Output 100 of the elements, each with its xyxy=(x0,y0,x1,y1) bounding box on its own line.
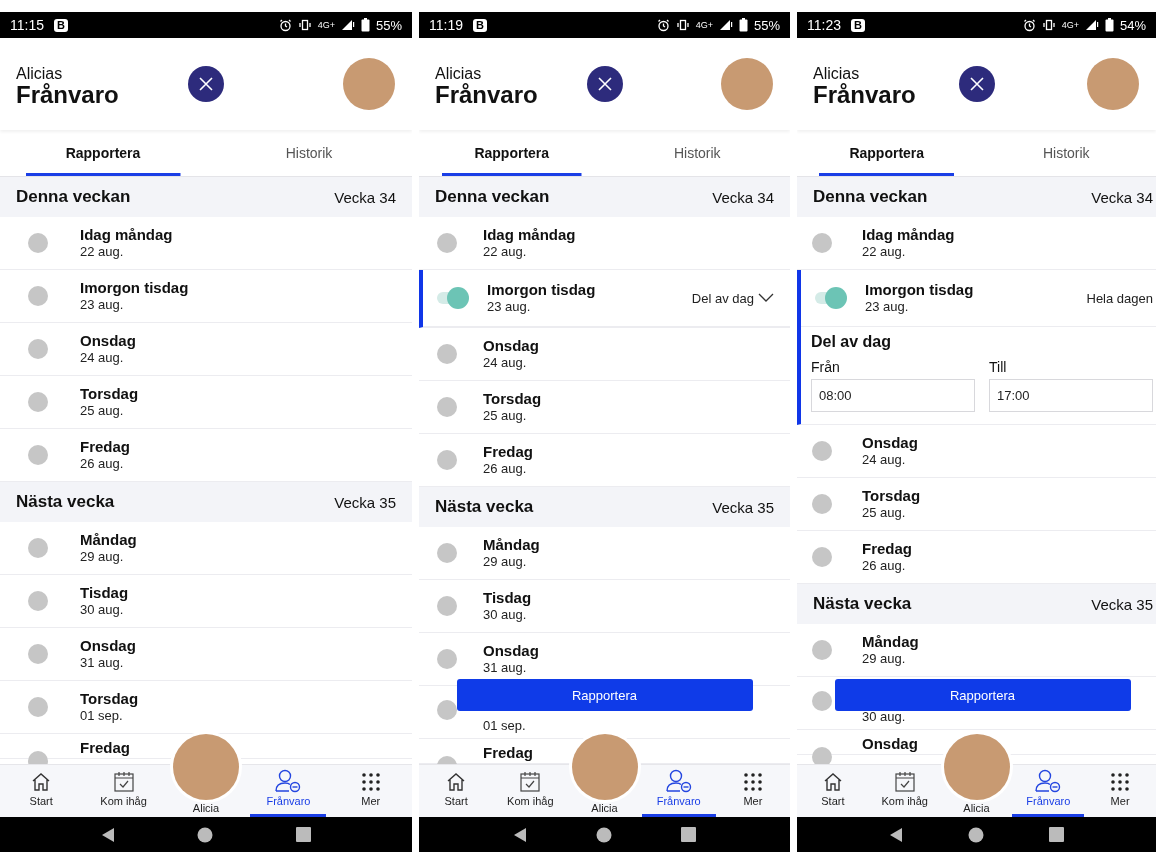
avatar-circle xyxy=(1087,58,1139,110)
toggle-switch[interactable] xyxy=(437,343,457,365)
nav-item[interactable]: Mer xyxy=(715,765,790,817)
day-title: Onsdag xyxy=(862,434,919,452)
battery-percent: 55% xyxy=(753,17,780,33)
section-title: Denna veckan xyxy=(435,187,550,207)
toggle-switch[interactable] xyxy=(437,287,469,309)
time-field[interactable]: 17:00 xyxy=(989,379,1153,412)
calendar-check-icon xyxy=(892,771,917,793)
duration-dropdown[interactable]: Del av dag xyxy=(691,290,774,306)
status-time: 11:15 xyxy=(10,17,44,33)
nav-item[interactable]: Alicia xyxy=(164,801,248,817)
day-date: 31 aug. xyxy=(483,660,528,676)
toggle-switch[interactable] xyxy=(437,542,457,564)
report-button[interactable]: Rapportera xyxy=(834,679,1131,711)
day-title: Idag måndag xyxy=(80,226,174,244)
week-label: Vecka 34 xyxy=(334,188,396,206)
signal-icon xyxy=(1084,19,1099,31)
section-title: Nästa vecka xyxy=(435,497,534,517)
network-type: 4G+ xyxy=(695,20,713,30)
field-label: Från xyxy=(811,359,841,375)
week-label: Vecka 34 xyxy=(712,188,774,206)
toggle-switch[interactable] xyxy=(28,643,48,665)
home-circle-icon[interactable] xyxy=(968,826,984,843)
nav-item[interactable]: Kom ihåg xyxy=(493,765,568,817)
day-date: 26 aug. xyxy=(483,461,528,477)
nav-item[interactable]: Start xyxy=(0,765,83,817)
nav-item[interactable]: Kom ihåg xyxy=(868,765,941,817)
duration-label[interactable]: Hela dagen xyxy=(1086,290,1153,306)
day-title: Torsdag xyxy=(862,487,922,505)
header-title: Frånvaro xyxy=(435,81,538,108)
recents-square-icon[interactable] xyxy=(680,827,696,842)
day-title: Imorgon tisdag xyxy=(865,281,975,299)
toggle-switch[interactable] xyxy=(28,537,48,559)
calendar-check-icon xyxy=(111,771,136,793)
day-date: 25 aug. xyxy=(862,505,907,521)
toggle-switch[interactable] xyxy=(437,595,457,617)
status-time: 11:23 xyxy=(807,17,841,33)
report-button[interactable]: Rapportera xyxy=(456,679,753,711)
toggle-switch[interactable] xyxy=(812,493,832,515)
detail-title: Del av dag xyxy=(811,333,893,351)
toggle-switch[interactable] xyxy=(812,690,832,712)
toggle-switch[interactable] xyxy=(28,444,48,466)
toggle-switch[interactable] xyxy=(437,449,457,471)
toggle-switch[interactable] xyxy=(28,696,48,718)
app-badge: B xyxy=(54,18,68,32)
signal-icon xyxy=(718,19,733,31)
toggle-switch[interactable] xyxy=(28,285,48,307)
day-title: Torsdag xyxy=(80,385,140,403)
home-circle-icon[interactable] xyxy=(596,826,612,843)
nav-item[interactable]: Kom ihåg xyxy=(82,765,165,817)
time-field[interactable]: 08:00 xyxy=(811,379,975,412)
header-subtitle: Alicias xyxy=(813,64,861,82)
nav-item[interactable]: Alicia xyxy=(940,801,1013,817)
section-title: Nästa vecka xyxy=(16,492,115,512)
alarm-icon xyxy=(656,18,670,32)
nav-item[interactable]: Start xyxy=(797,765,869,817)
recents-square-icon[interactable] xyxy=(1048,827,1064,842)
day-date: 30 aug. xyxy=(483,607,528,623)
toggle-switch[interactable] xyxy=(28,232,48,254)
day-date: 30 aug. xyxy=(862,709,907,725)
close-button[interactable] xyxy=(188,66,224,102)
nav-item[interactable]: Mer xyxy=(329,765,412,817)
toggle-switch[interactable] xyxy=(28,590,48,612)
toggle-switch[interactable] xyxy=(812,232,832,254)
toggle-switch[interactable] xyxy=(812,746,832,764)
day-title: Onsdag xyxy=(80,637,137,655)
avatar-circle[interactable] xyxy=(943,734,1010,800)
day-title: Tisdag xyxy=(80,584,130,602)
toggle-switch[interactable] xyxy=(437,648,457,670)
back-icon[interactable] xyxy=(101,826,116,843)
battery-icon xyxy=(1104,18,1114,32)
toggle-switch[interactable] xyxy=(812,639,832,661)
toggle-switch[interactable] xyxy=(437,232,457,254)
avatar-circle[interactable] xyxy=(571,734,638,800)
back-icon[interactable] xyxy=(513,826,528,843)
close-icon xyxy=(198,76,214,92)
person-minus-icon xyxy=(1034,769,1063,793)
day-title: Fredag xyxy=(862,540,913,558)
toggle-switch[interactable] xyxy=(28,338,48,360)
close-button[interactable] xyxy=(586,66,623,102)
toggle-switch[interactable] xyxy=(437,699,457,721)
close-button[interactable] xyxy=(958,66,995,102)
battery-icon xyxy=(738,18,748,32)
toggle-switch[interactable] xyxy=(815,287,847,309)
back-icon[interactable] xyxy=(889,826,904,843)
nav-item[interactable]: Alicia xyxy=(567,801,642,817)
avatar-circle[interactable] xyxy=(173,734,239,800)
nav-item[interactable]: Start xyxy=(419,765,494,817)
toggle-switch[interactable] xyxy=(28,391,48,413)
home-circle-icon[interactable] xyxy=(197,826,214,843)
grid-dots-icon xyxy=(359,771,382,793)
week-label: Vecka 35 xyxy=(334,493,396,511)
toggle-switch[interactable] xyxy=(437,396,457,418)
toggle-switch[interactable] xyxy=(812,546,832,568)
toggle-switch[interactable] xyxy=(812,440,832,462)
nav-item[interactable]: Mer xyxy=(1084,765,1156,817)
toggle-switch[interactable] xyxy=(28,750,48,764)
recents-square-icon[interactable] xyxy=(295,827,311,842)
vibrate-icon xyxy=(1041,19,1056,31)
